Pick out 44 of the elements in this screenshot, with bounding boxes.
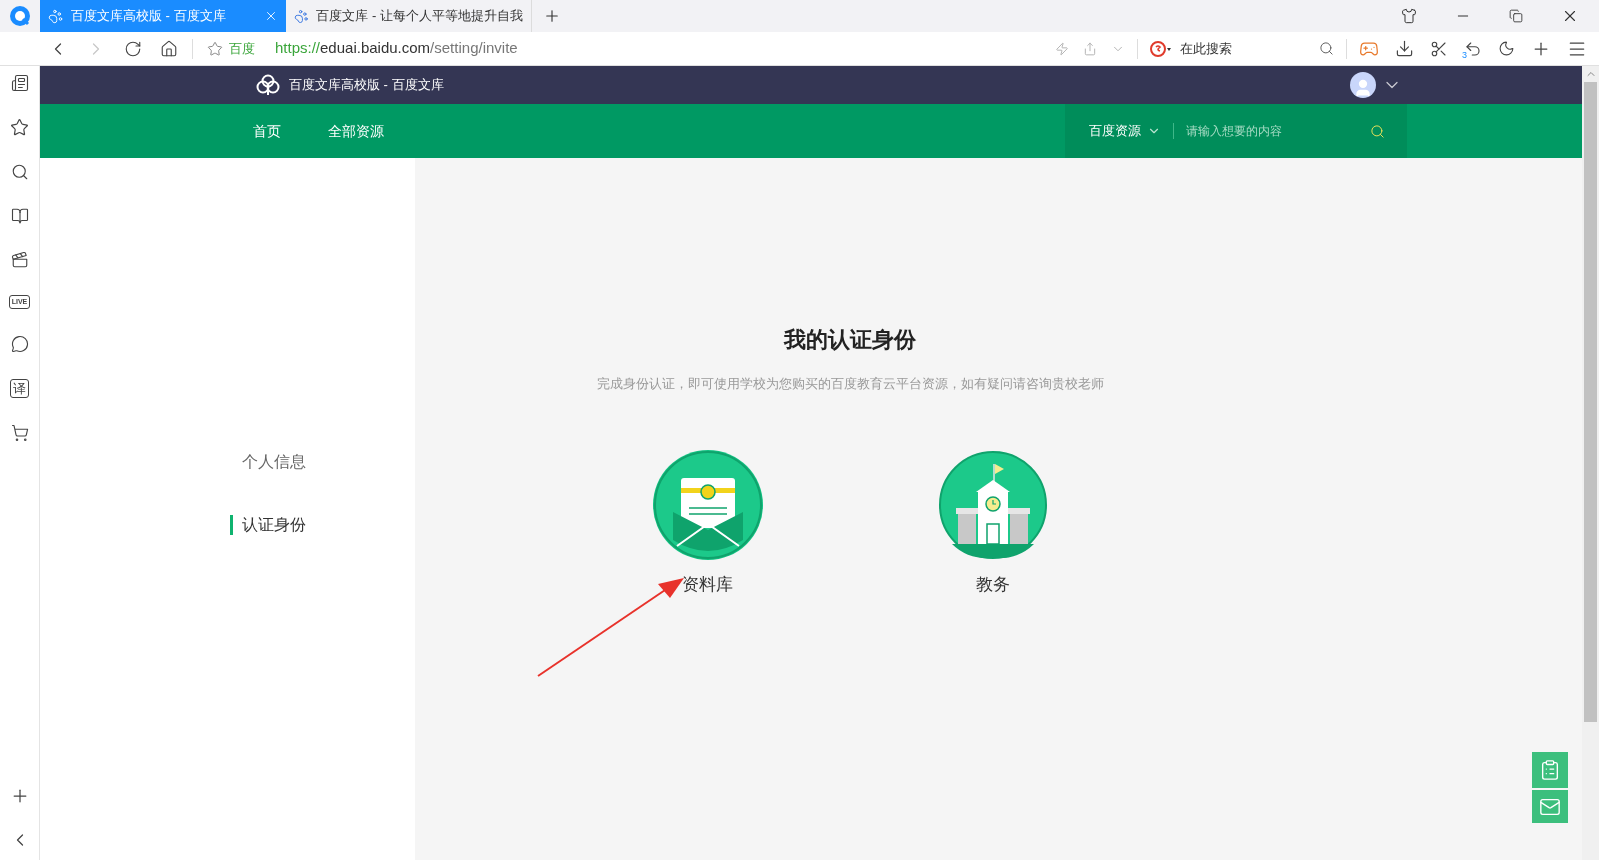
page-subtitle: 完成身份认证，即可使用学校为您购买的百度教育云平台资源，如有疑问请咨询贵校老师	[596, 375, 1104, 393]
cart-icon[interactable]	[10, 424, 29, 442]
moon-icon[interactable]	[1498, 40, 1515, 57]
page-title: 我的认证身份	[784, 326, 916, 354]
news-icon[interactable]	[10, 74, 29, 92]
search-input[interactable]: 请输入想要的内容	[1186, 122, 1370, 140]
search-icon[interactable]	[1319, 41, 1334, 56]
nav-link[interactable]: 首页	[253, 120, 281, 142]
scissors-icon[interactable]	[1430, 39, 1448, 58]
site-title[interactable]: 百度文库高校版 - 百度文库	[289, 75, 444, 95]
restore-icon[interactable]	[1509, 9, 1523, 23]
nav-link[interactable]: 全部资源	[328, 120, 384, 142]
paw-icon	[294, 8, 309, 24]
reload-icon[interactable]	[124, 39, 142, 58]
bookmark-star-icon[interactable]	[207, 40, 223, 57]
book-icon[interactable]	[10, 207, 29, 225]
paw-icon	[48, 8, 63, 24]
identity-option[interactable]: 教务	[912, 449, 1073, 597]
search-icon[interactable]	[10, 163, 29, 181]
download-icon[interactable]	[1395, 39, 1414, 58]
new-tab-icon[interactable]	[543, 7, 561, 25]
tab-title: 百度文库高校版 - 百度文库	[71, 7, 227, 26]
certificate-envelope-icon	[652, 449, 763, 560]
avatar[interactable]	[1350, 72, 1376, 98]
home-icon[interactable]	[160, 39, 178, 58]
search-engine-icon	[1150, 40, 1172, 57]
scope-dropdown[interactable]: 百度资源	[1089, 121, 1161, 141]
browser-logo-icon	[9, 5, 31, 27]
clipboard-icon	[1539, 759, 1561, 781]
scrollbar[interactable]	[1582, 66, 1599, 860]
school-building-icon	[937, 449, 1048, 560]
logo-icon	[255, 74, 281, 96]
chat-icon[interactable]	[10, 335, 29, 353]
undo-button[interactable]: 3	[1464, 39, 1482, 58]
tab-title: 百度文库 - 让每个人平等地提升自我	[316, 7, 523, 26]
video-icon[interactable]	[10, 251, 29, 269]
star-icon[interactable]	[10, 118, 29, 137]
search-field[interactable]: 在此搜索	[1150, 38, 1334, 59]
shirt-icon[interactable]	[1401, 8, 1417, 24]
identity-option[interactable]: 资料库	[627, 449, 788, 597]
sidebar-item[interactable]: 认证身份	[230, 515, 306, 535]
translate-icon[interactable]: 译	[10, 379, 29, 398]
sidebar-item[interactable]: 个人信息	[230, 452, 306, 472]
url-field[interactable]: https://eduai.baidu.com/setting/invite	[275, 37, 1055, 60]
